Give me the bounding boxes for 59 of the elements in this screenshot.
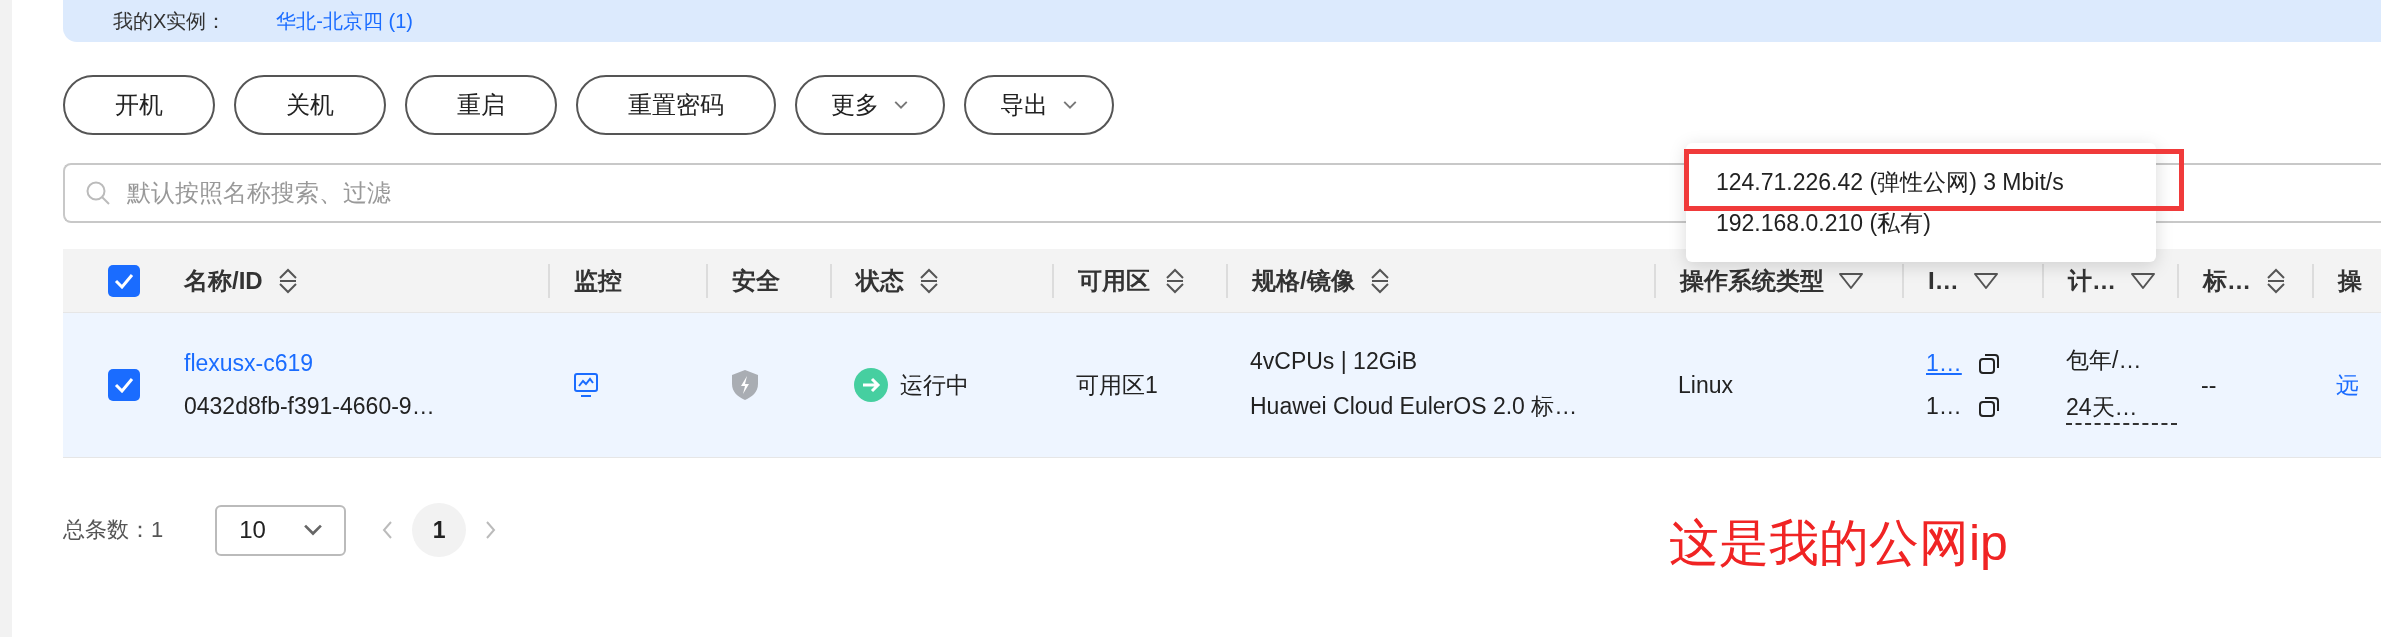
column-header: 标… bbox=[2203, 265, 2251, 296]
ip-link[interactable]: 1… bbox=[1926, 350, 1966, 377]
column-header: 可用区 bbox=[1078, 265, 1150, 296]
image-text: Huawei Cloud EulerOS 2.0 标… bbox=[1250, 392, 1579, 421]
ip-text: 1… bbox=[1926, 393, 1963, 420]
spec-text: 4vCPUs | 12GiB bbox=[1250, 348, 1419, 375]
dropdown-button[interactable]: 更多 bbox=[795, 75, 945, 135]
monitor-icon[interactable] bbox=[572, 371, 600, 399]
instance-name-link[interactable]: flexusx-c619 bbox=[184, 350, 548, 377]
action-button[interactable]: 关机 bbox=[234, 75, 386, 135]
page-button[interactable]: 1 bbox=[412, 503, 467, 557]
action-button[interactable]: 重启 bbox=[405, 75, 557, 135]
action-button[interactable]: 开机 bbox=[63, 75, 215, 135]
filter-icon[interactable] bbox=[1838, 270, 1864, 291]
chevron-down-icon bbox=[302, 523, 325, 537]
expiry-text: 24天… bbox=[2066, 392, 2177, 425]
column-header: 操作系统类型 bbox=[1680, 265, 1824, 296]
select-all-checkbox[interactable] bbox=[108, 264, 140, 297]
total-count: 总条数：1 bbox=[63, 516, 164, 544]
checkmark-icon bbox=[114, 377, 134, 393]
caret-icon bbox=[1062, 100, 1078, 110]
ip-address-text: 124.71.226.42 (弹性公网) 3 Mbit/s bbox=[1716, 168, 2064, 195]
dropdown-button[interactable]: 导出 bbox=[964, 75, 1114, 135]
page-size-select[interactable]: 10 bbox=[215, 504, 347, 556]
sort-icon[interactable] bbox=[2265, 266, 2287, 295]
sort-icon[interactable] bbox=[1368, 266, 1391, 295]
action-button[interactable]: 重置密码 bbox=[576, 75, 776, 135]
zone-text: 可用区1 bbox=[1076, 370, 1159, 400]
column-header: 监控 bbox=[574, 265, 622, 296]
sort-icon[interactable] bbox=[918, 266, 940, 295]
tag-text: -- bbox=[2201, 371, 2218, 399]
filter-icon[interactable] bbox=[2130, 270, 2156, 291]
search-icon bbox=[85, 180, 111, 206]
sort-icon[interactable] bbox=[276, 266, 299, 295]
status-text: 运行中 bbox=[900, 370, 969, 400]
instance-id: 0432d8fb-f391-4660-9… bbox=[184, 393, 436, 420]
column-header: I… bbox=[1928, 266, 1959, 295]
column-header: 规格/镜像 bbox=[1252, 265, 1355, 296]
column-header: 计… bbox=[2068, 265, 2116, 296]
copy-icon[interactable] bbox=[1978, 352, 2000, 375]
region-link[interactable]: 华北-北京四 (1) bbox=[276, 7, 413, 35]
copy-icon[interactable] bbox=[1978, 395, 2000, 418]
annotation-text: 这是我的公网ip bbox=[1669, 514, 2008, 573]
os-text: Linux bbox=[1678, 371, 1734, 399]
running-status-icon bbox=[854, 368, 888, 402]
caret-icon bbox=[893, 100, 909, 110]
column-header: 安全 bbox=[732, 265, 780, 296]
column-header: 操 bbox=[2338, 265, 2362, 296]
table-row[interactable]: flexusx-c619 0432d8fb-f391-4660-9… 运行中 可用区1 4vCPUs | 12GiB Huawei Cloud EulerOS 2.0 标… Linux 1… 1… 包年/… 24天… -- 远 bbox=[63, 313, 2381, 458]
row-checkbox[interactable] bbox=[108, 369, 140, 401]
banner-label: 我的X实例： bbox=[113, 8, 227, 34]
action-link[interactable]: 远 bbox=[2336, 369, 2381, 401]
column-header: 状态 bbox=[856, 265, 904, 296]
shield-icon bbox=[730, 369, 760, 401]
sort-icon[interactable] bbox=[1164, 266, 1186, 295]
filter-icon[interactable] bbox=[1972, 270, 1999, 291]
billing-text: 包年/… bbox=[2066, 346, 2143, 375]
column-header: 名称/ID bbox=[184, 265, 263, 296]
checkmark-icon bbox=[114, 272, 134, 289]
